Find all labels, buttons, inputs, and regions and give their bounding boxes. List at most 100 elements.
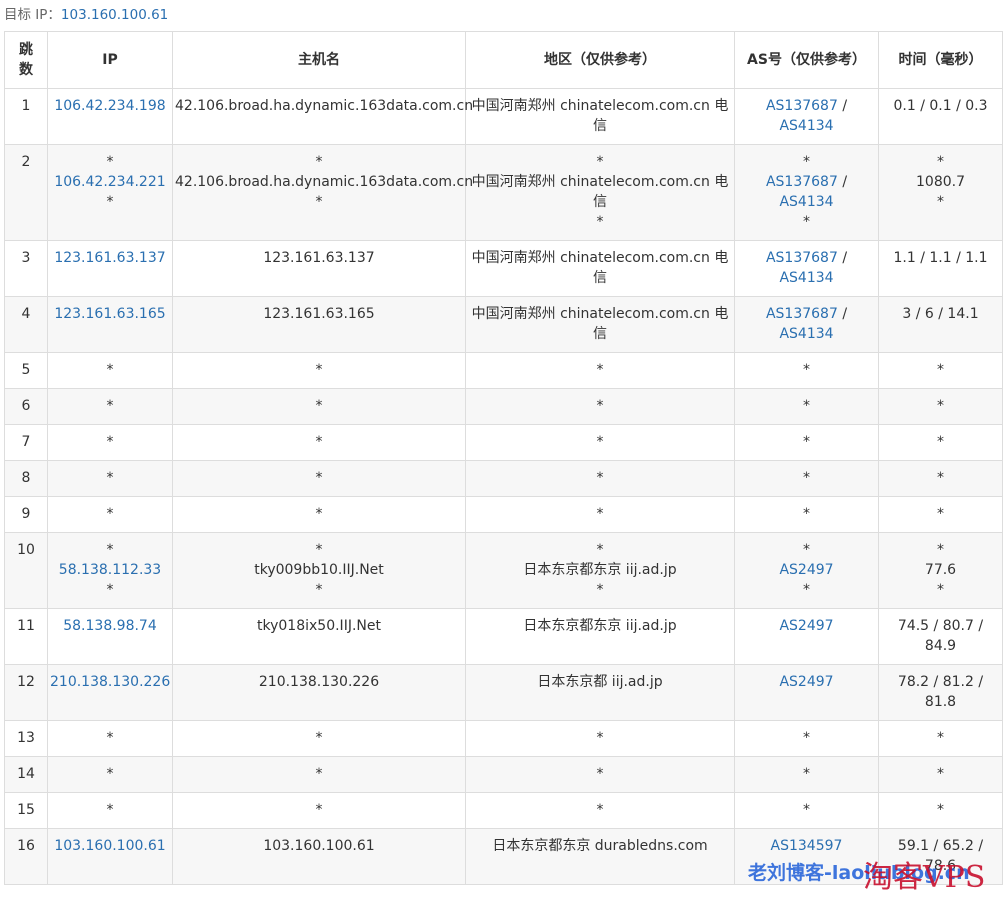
cell-time: * [878,720,1003,757]
cell-ip: * [47,792,173,829]
as-placeholder: * [803,730,810,746]
as-link[interactable]: AS4134 [779,270,833,286]
hostname-text: * [315,542,323,558]
as-link[interactable]: AS4134 [779,326,833,342]
region-text: * [596,582,604,598]
as-line: AS2497 [737,560,876,580]
as-placeholder: * [803,154,810,170]
as-link[interactable]: AS2497 [779,674,833,690]
time-text: * [937,542,944,558]
region-text: 信 [593,118,607,134]
region-text: * [596,542,604,558]
ip-link[interactable]: 106.42.234.221 [50,172,170,192]
as-placeholder: * [803,398,810,414]
ip-placeholder: * [106,730,114,746]
cell-ip: * 58.138.112.33 * [47,532,173,609]
cell-as: * [734,352,879,389]
cell-as: AS134597 [734,828,879,885]
time-text: 59.1 / 65.2 / [897,838,984,854]
cell-hop: 1 [4,88,48,145]
cell-as: * [734,424,879,461]
cell-time: 0.1 / 0.1 / 0.3 [878,88,1003,145]
time-text: * [937,802,944,818]
cell-ip: 210.138.130.226 [47,664,173,721]
table-row: 8 * * * * * [4,460,1003,497]
region-text: 日本东京都东京 durabledns.com [492,838,708,854]
cell-hostname: * [172,424,466,461]
cell-ip: * [47,756,173,793]
table-row: 7 * * * * * [4,424,1003,461]
table-row: 6 * * * * * [4,388,1003,425]
cell-time: * [878,756,1003,793]
as-link[interactable]: AS2497 [779,618,833,634]
cell-ip: * [47,720,173,757]
hostname-text: 123.161.63.165 [263,306,375,322]
ip-link[interactable]: 103.160.100.61 [50,836,170,856]
ip-link[interactable]: 106.42.234.198 [50,96,170,116]
as-separator: / [837,98,848,114]
as-placeholder: * [803,434,810,450]
ip-placeholder: * [106,766,114,782]
ip-link[interactable]: 58.138.112.33 [50,560,170,580]
cell-ip: * [47,496,173,533]
cell-as: AS137687 /AS4134 [734,240,879,297]
as-link[interactable]: AS137687 [766,250,838,266]
cell-ip: 103.160.100.61 [47,828,173,885]
hostname-text: 210.138.130.226 [258,674,380,690]
as-link[interactable]: AS2497 [779,562,833,578]
as-link[interactable]: AS137687 [766,306,838,322]
as-line: * [737,540,876,560]
as-placeholder: * [803,214,810,230]
as-link[interactable]: AS137687 [766,174,838,190]
as-placeholder: * [803,582,810,598]
cell-region: * [465,756,735,793]
ip-link[interactable]: 58.138.98.74 [50,616,170,636]
ip-placeholder: * [106,362,114,378]
cell-hostname: tky018ix50.IIJ.Net [172,608,466,665]
as-line: * [737,396,876,416]
cell-region: * [465,720,735,757]
hostname-text: 42.106.broad.ha.dynamic.163data.com.cn [175,98,474,114]
cell-hop: 14 [4,756,48,793]
table-row: 15 * * * * * [4,792,1003,829]
as-placeholder: * [803,766,810,782]
hostname-text: * [315,398,323,414]
cell-hop: 9 [4,496,48,533]
as-link[interactable]: AS4134 [779,118,833,134]
time-text: 78.2 / 81.2 / [897,674,984,690]
cell-time: * [878,460,1003,497]
cell-hostname: * [172,496,466,533]
cell-time: * [878,792,1003,829]
hostname-text: 42.106.broad.ha.dynamic.163data.com.cn [175,174,474,190]
cell-region: * [465,792,735,829]
as-link[interactable]: AS4134 [779,194,833,210]
cell-hop: 2 [4,144,48,241]
cell-time: * [878,352,1003,389]
cell-hostname: * [172,460,466,497]
cell-as: AS2497 [734,664,879,721]
as-line: AS137687 / [737,96,876,116]
ip-link[interactable]: 123.161.63.137 [50,248,170,268]
cell-region: 日本东京都 iij.ad.jp [465,664,735,721]
cell-hostname: * [172,352,466,389]
cell-ip: * [47,460,173,497]
cell-region: * 日本东京都东京 iij.ad.jp * [465,532,735,609]
cell-as: * AS2497 * [734,532,879,609]
table-header-row: 跳数 IP 主机名 地区（仅供参考） AS号（仅供参考） 时间（毫秒） [4,31,1003,89]
region-text: * [596,434,604,450]
ip-link[interactable]: 210.138.130.226 [50,672,170,692]
as-link[interactable]: AS134597 [771,838,843,854]
hostname-text: * [315,506,323,522]
cell-region: * [465,460,735,497]
target-ip-link[interactable]: 103.160.100.61 [61,7,168,23]
ip-link[interactable]: 123.161.63.165 [50,304,170,324]
as-link[interactable]: AS137687 [766,98,838,114]
cell-hostname: * [172,756,466,793]
ip-placeholder: * [106,194,114,210]
region-text: 信 [593,194,607,210]
cell-hop: 15 [4,792,48,829]
cell-ip: 58.138.98.74 [47,608,173,665]
cell-region: 日本东京都东京 durabledns.com [465,828,735,885]
time-text: * [937,766,944,782]
time-text: * [937,194,944,210]
